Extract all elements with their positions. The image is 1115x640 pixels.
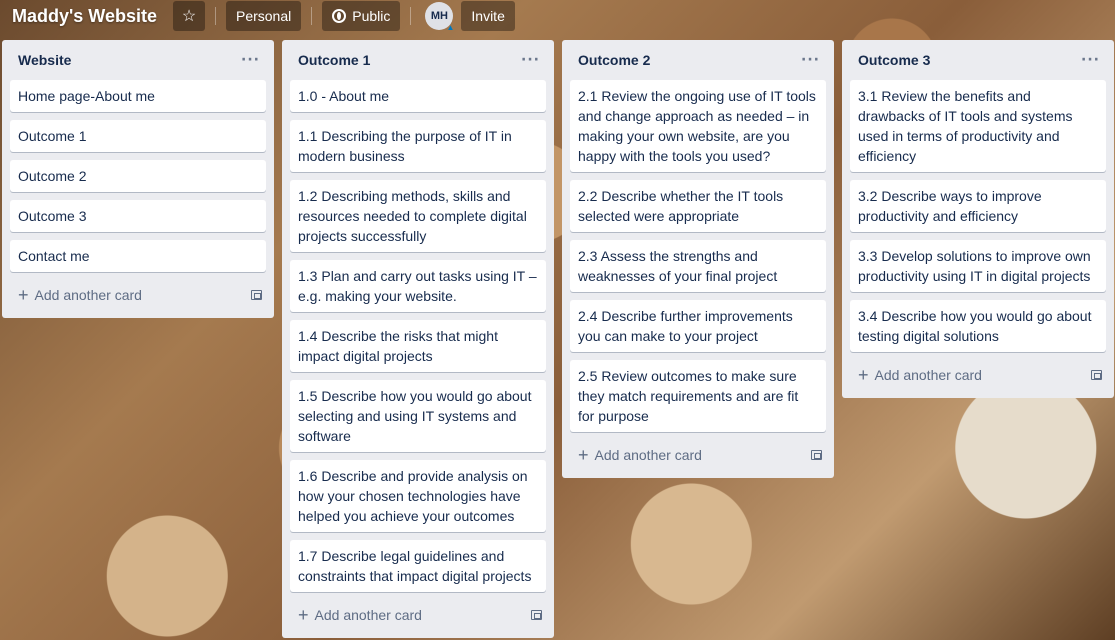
- list-header: Website ···: [10, 40, 266, 80]
- card[interactable]: 1.3 Plan and carry out tasks using IT – …: [290, 260, 546, 312]
- card[interactable]: 1.7 Describe legal guidelines and constr…: [290, 540, 546, 592]
- list-title[interactable]: Outcome 2: [578, 52, 650, 68]
- card[interactable]: 1.1 Describing the purpose of IT in mode…: [290, 120, 546, 172]
- list-website[interactable]: Website ··· Home page-About me Outcome 1…: [2, 40, 274, 318]
- list-menu-icon[interactable]: ···: [801, 52, 820, 68]
- list-title[interactable]: Outcome 1: [298, 52, 370, 68]
- header-divider: [410, 7, 412, 25]
- visibility-label: Public: [352, 8, 391, 24]
- board-header: Maddy's Website ☆ Personal Public MH ▲ I…: [0, 0, 1115, 32]
- header-divider: [214, 7, 216, 25]
- plus-icon: +: [578, 445, 589, 465]
- list-header: Outcome 1 ···: [290, 40, 546, 80]
- card[interactable]: Outcome 3: [10, 200, 266, 232]
- add-card-row: + Add another card: [290, 600, 546, 630]
- card[interactable]: Outcome 2: [10, 160, 266, 192]
- add-card-button[interactable]: + Add another card: [298, 606, 422, 624]
- add-card-row: + Add another card: [850, 360, 1106, 390]
- card[interactable]: 1.4 Describe the risks that might impact…: [290, 320, 546, 372]
- card[interactable]: 1.0 - About me: [290, 80, 546, 112]
- card[interactable]: 1.6 Describe and provide analysis on how…: [290, 460, 546, 532]
- add-card-button[interactable]: + Add another card: [18, 286, 142, 304]
- plus-icon: +: [18, 285, 29, 305]
- list-title[interactable]: Outcome 3: [858, 52, 930, 68]
- card-template-icon[interactable]: [531, 610, 542, 620]
- card[interactable]: 2.4 Describe further improvements you ca…: [570, 300, 826, 352]
- list-header: Outcome 3 ···: [850, 40, 1106, 80]
- add-card-label: Add another card: [874, 367, 982, 383]
- card[interactable]: 1.5 Describe how you would go about sele…: [290, 380, 546, 452]
- invite-label: Invite: [471, 8, 505, 24]
- card[interactable]: Home page-About me: [10, 80, 266, 112]
- add-card-button[interactable]: + Add another card: [858, 366, 982, 384]
- list-menu-icon[interactable]: ···: [241, 52, 260, 68]
- add-card-label: Add another card: [34, 287, 142, 303]
- list-menu-icon[interactable]: ···: [521, 52, 540, 68]
- personal-team-button[interactable]: Personal: [225, 1, 302, 31]
- card[interactable]: 3.4 Describe how you would go about test…: [850, 300, 1106, 352]
- add-card-label: Add another card: [314, 607, 422, 623]
- card[interactable]: 2.1 Review the ongoing use of IT tools a…: [570, 80, 826, 172]
- card[interactable]: 2.3 Assess the strengths and weaknesses …: [570, 240, 826, 292]
- star-icon: ☆: [181, 8, 197, 25]
- card[interactable]: 3.2 Describe ways to improve productivit…: [850, 180, 1106, 232]
- card[interactable]: Outcome 1: [10, 120, 266, 152]
- list-outcome-2[interactable]: Outcome 2 ··· 2.1 Review the ongoing use…: [562, 40, 834, 478]
- plus-icon: +: [298, 605, 309, 625]
- header-divider: [311, 7, 313, 25]
- avatar-initials: MH: [430, 10, 448, 22]
- plus-icon: +: [858, 365, 869, 385]
- add-card-row: + Add another card: [10, 280, 266, 310]
- list-header: Outcome 2 ···: [570, 40, 826, 80]
- card[interactable]: 2.5 Review outcomes to make sure they ma…: [570, 360, 826, 432]
- card-template-icon[interactable]: [811, 450, 822, 460]
- list-menu-icon[interactable]: ···: [1081, 52, 1100, 68]
- add-card-button[interactable]: + Add another card: [578, 446, 702, 464]
- card[interactable]: 1.2 Describing methods, skills and resou…: [290, 180, 546, 252]
- card[interactable]: Contact me: [10, 240, 266, 272]
- list-outcome-1[interactable]: Outcome 1 ··· 1.0 - About me 1.1 Describ…: [282, 40, 554, 638]
- board-title[interactable]: Maddy's Website: [12, 6, 157, 27]
- card[interactable]: 3.1 Review the benefits and drawbacks of…: [850, 80, 1106, 172]
- invite-button[interactable]: Invite: [461, 1, 515, 31]
- card-template-icon[interactable]: [251, 290, 262, 300]
- personal-label: Personal: [235, 8, 292, 24]
- avatar[interactable]: MH ▲: [425, 2, 455, 32]
- list-outcome-3[interactable]: Outcome 3 ··· 3.1 Review the benefits an…: [842, 40, 1114, 398]
- globe-icon: [332, 9, 347, 23]
- add-card-label: Add another card: [594, 447, 702, 463]
- list-title[interactable]: Website: [18, 52, 71, 68]
- add-card-row: + Add another card: [570, 440, 826, 470]
- card[interactable]: 3.3 Develop solutions to improve own pro…: [850, 240, 1106, 292]
- star-board-button[interactable]: ☆: [172, 1, 205, 31]
- card[interactable]: 2.2 Describe whether the IT tools select…: [570, 180, 826, 232]
- card-template-icon[interactable]: [1091, 370, 1102, 380]
- admin-chevron-icon: ▲: [446, 23, 455, 32]
- visibility-button[interactable]: Public: [322, 1, 401, 31]
